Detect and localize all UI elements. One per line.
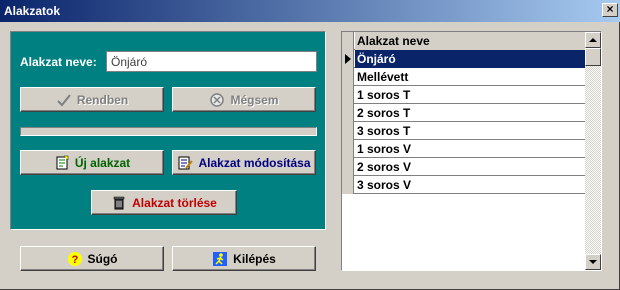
modify-shape-button[interactable]: Alakzat módosítása	[172, 150, 316, 175]
table-cell: 3 soros T	[357, 124, 411, 138]
scroll-down-button[interactable]	[585, 254, 601, 270]
help-button-label: Súgó	[87, 251, 118, 266]
table-cell: 3 soros V	[357, 178, 412, 192]
shapes-grid: Alakzat neve Önjáró Mellévett 1 soros T …	[341, 31, 602, 271]
table-row[interactable]: 2 soros V	[342, 158, 586, 176]
table-row[interactable]: Mellévett	[342, 68, 586, 86]
cancel-icon	[210, 92, 225, 107]
row-indicator	[342, 140, 354, 158]
table-cell: Mellévett	[357, 70, 409, 84]
trash-icon	[113, 196, 125, 209]
svg-text:?: ?	[71, 254, 78, 266]
scroll-up-button[interactable]	[585, 32, 601, 48]
new-shape-button-label: Új alakzat	[74, 155, 131, 170]
modify-shape-button-label: Alakzat módosítása	[198, 155, 311, 170]
shape-name-input[interactable]	[106, 51, 317, 72]
delete-shape-button-label: Alakzat törlése	[132, 195, 217, 210]
table-cell: 2 soros T	[357, 106, 411, 120]
scroll-thumb[interactable]	[585, 48, 601, 66]
cancel-button[interactable]: Mégsem	[172, 87, 316, 112]
new-document-icon	[56, 155, 69, 169]
grid-body: Alakzat neve Önjáró Mellévett 1 soros T …	[342, 32, 586, 270]
cancel-button-label: Mégsem	[230, 92, 279, 107]
table-row[interactable]: 3 soros T	[342, 122, 586, 140]
row-indicator	[342, 68, 354, 86]
exit-button-label: Kilépés	[233, 251, 276, 266]
grid-header-row: Alakzat neve	[342, 32, 586, 50]
table-row[interactable]: 2 soros T	[342, 104, 586, 122]
ok-button[interactable]: Rendben	[20, 87, 164, 112]
table-row[interactable]: 3 soros V	[342, 176, 586, 194]
ok-button-label: Rendben	[76, 92, 129, 107]
arrow-up-icon	[589, 38, 597, 42]
table-row[interactable]: Önjáró	[342, 50, 586, 68]
shapes-window: Alakzatok × Alakzat neve: Rendben Mégsem…	[0, 0, 620, 290]
table-cell: Önjáró	[355, 50, 586, 68]
edit-document-icon	[178, 156, 194, 169]
table-cell: 2 soros V	[357, 160, 412, 174]
row-indicator	[342, 50, 354, 68]
new-shape-button[interactable]: Új alakzat	[20, 150, 164, 175]
vertical-scrollbar[interactable]	[585, 32, 601, 270]
progress-bar	[20, 127, 317, 136]
row-indicator	[342, 176, 354, 194]
row-indicator	[342, 158, 354, 176]
exit-button[interactable]: Kilépés	[172, 246, 316, 271]
help-icon: ?	[67, 251, 82, 266]
grid-column-header[interactable]: Alakzat neve	[355, 32, 586, 50]
title-bar[interactable]: Alakzatok ×	[0, 0, 620, 22]
grid-corner	[342, 32, 354, 50]
table-row[interactable]: 1 soros T	[342, 86, 586, 104]
row-indicator	[342, 122, 354, 140]
current-row-arrow-icon	[345, 54, 351, 64]
help-button[interactable]: ? Súgó	[20, 246, 164, 271]
checkmark-icon	[57, 93, 71, 106]
close-button[interactable]: ×	[602, 2, 618, 17]
delete-shape-button[interactable]: Alakzat törlése	[91, 190, 237, 215]
exit-icon	[213, 251, 228, 266]
window-title: Alakzatok	[4, 4, 61, 18]
row-indicator	[342, 86, 354, 104]
table-cell: 1 soros V	[357, 142, 412, 156]
table-cell: 1 soros T	[357, 88, 411, 102]
arrow-down-icon	[589, 260, 597, 264]
shape-name-label: Alakzat neve:	[20, 55, 97, 69]
close-icon: ×	[606, 2, 614, 16]
table-row[interactable]: 1 soros V	[342, 140, 586, 158]
row-indicator	[342, 104, 354, 122]
